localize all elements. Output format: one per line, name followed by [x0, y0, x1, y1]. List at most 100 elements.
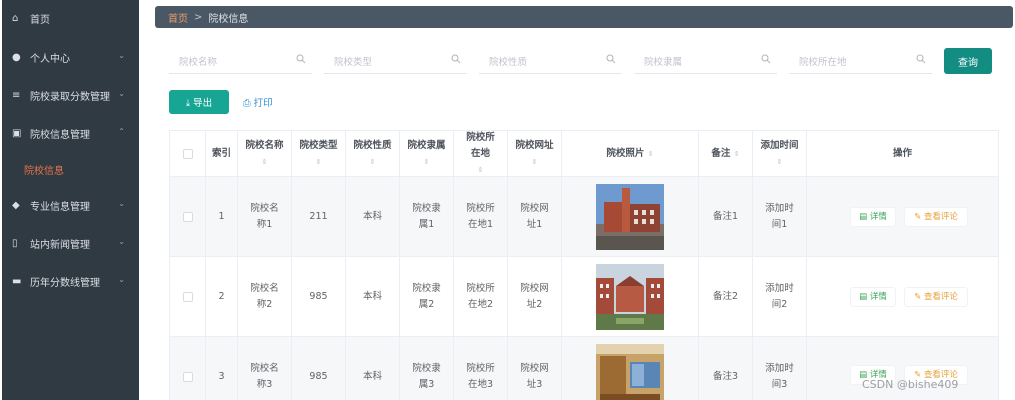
table-row: 1 院校名称1 211 本科 院校隶属1 院校所在地1 院校网址1 备注1 添加… [170, 177, 998, 257]
sort-icon: ⇕ [423, 157, 430, 166]
search-icon [761, 54, 771, 64]
detail-button[interactable]: ▤ 详情 [850, 287, 896, 307]
search-placeholder: 院校所在地 [799, 56, 847, 68]
sidebar-item-history-lines[interactable]: ▬ 历年分数线管理 ⌄ [2, 263, 139, 299]
search-input-college-affiliation[interactable]: 院校隶属 [634, 48, 777, 74]
row-checkbox[interactable] [182, 372, 193, 382]
cell-added-time: 添加时间2 [753, 257, 807, 336]
cell-affiliation: 院校隶属3 [400, 337, 454, 400]
search-icon [296, 54, 306, 64]
search-placeholder: 院校类型 [334, 56, 373, 68]
header-remark[interactable]: 备注 ⇕ [699, 131, 753, 176]
search-icon [451, 54, 461, 64]
row-select-cell [170, 337, 206, 400]
cell-nature: 本科 [346, 177, 400, 256]
header-affiliation[interactable]: 院校隶属 ⇕ [400, 131, 454, 176]
header-label: 添加时间 [760, 139, 799, 151]
sidebar-item-major-info[interactable]: ◆ 专业信息管理 ⌄ [2, 187, 139, 223]
sidebar-item-label: 历年分数线管理 [30, 277, 100, 289]
cell-nature: 本科 [346, 257, 400, 336]
college-photo[interactable] [596, 183, 664, 250]
sort-icon: ⇕ [369, 157, 376, 166]
search-icon [606, 54, 616, 64]
cell-affiliation: 院校隶属1 [400, 177, 454, 256]
sidebar-item-scores[interactable]: ≡ 院校录取分数管理 ⌄ [2, 77, 139, 113]
cell-photo [562, 177, 699, 256]
row-checkbox[interactable] [182, 211, 193, 222]
cell-remark: 备注2 [699, 257, 753, 336]
sidebar-item-label: 个人中心 [30, 53, 70, 65]
sort-icon: ⇕ [647, 149, 654, 158]
view-review-button[interactable]: ✎ 查看评论 [904, 207, 968, 227]
header-index: 索引 [206, 131, 238, 176]
search-input-college-type[interactable]: 院校类型 [324, 48, 467, 74]
row-select-cell [170, 177, 206, 256]
header-label: 院校照片 [606, 147, 645, 159]
chevron-down-icon: ⌄ [118, 51, 125, 60]
chevron-down-icon: ⌄ [118, 237, 125, 246]
user-icon: ● [12, 51, 21, 63]
sidebar-item-news[interactable]: ▯ 站内新闻管理 ⌄ [2, 225, 139, 261]
college-photo[interactable] [596, 344, 664, 400]
cell-name: 院校名称3 [238, 337, 292, 400]
sort-icon: ⇕ [776, 157, 783, 166]
row-checkbox[interactable] [182, 291, 193, 302]
header-added-time[interactable]: 添加时间 ⇕ [753, 131, 807, 176]
header-select-cell [170, 131, 206, 176]
cell-remark: 备注3 [699, 337, 753, 400]
header-photo[interactable]: 院校照片 ⇕ [562, 131, 699, 176]
sort-icon: ⇕ [261, 157, 268, 166]
breadcrumb-home[interactable]: 首页 [168, 10, 188, 25]
detail-button[interactable]: ▤ 详情 [850, 207, 896, 227]
header-name[interactable]: 院校名称 ⇕ [238, 131, 292, 176]
home-icon: ⌂ [12, 12, 19, 24]
search-placeholder: 院校隶属 [644, 56, 683, 68]
header-website[interactable]: 院校网址 ⇕ [508, 131, 562, 176]
sort-icon: ⇕ [477, 165, 484, 174]
search-input-college-location[interactable]: 院校所在地 [789, 48, 932, 74]
search-input-college-nature[interactable]: 院校性质 [479, 48, 622, 74]
cell-index: 1 [206, 177, 238, 256]
cell-remark: 备注1 [699, 177, 753, 256]
search-placeholder: 院校名称 [179, 56, 218, 68]
cell-index: 3 [206, 337, 238, 400]
cell-nature: 本科 [346, 337, 400, 400]
header-label: 备注 [711, 147, 731, 159]
main-content: 首页 > 院校信息 院校名称 院校类型 院校性质 院校隶属 院校所在地 查询 ⤓… [139, 0, 1015, 400]
query-button[interactable]: 查询 [944, 48, 992, 74]
header-label: 院校网址 [515, 139, 554, 151]
view-review-button[interactable]: ✎ 查看评论 [904, 287, 968, 307]
cell-website: 院校网址2 [508, 257, 562, 336]
select-all-checkbox[interactable] [182, 148, 193, 159]
sidebar-item-label: 院校信息管理 [30, 129, 90, 141]
header-label: 院校性质 [353, 139, 392, 151]
breadcrumb: 首页 > 院校信息 [155, 6, 1013, 28]
breadcrumb-separator: > [194, 11, 203, 23]
sort-icon: ⇕ [315, 157, 322, 166]
table-row: 2 院校名称2 985 本科 院校隶属2 院校所在地2 院校网址2 备注2 添加… [170, 257, 998, 337]
cell-operations: ▤ 详情 ✎ 查看评论 [807, 257, 998, 336]
header-nature[interactable]: 院校性质 ⇕ [346, 131, 400, 176]
phone-icon: ▯ [12, 237, 18, 249]
print-button[interactable]: ⎙ 打印 [243, 90, 287, 114]
cell-operations: ▤ 详情 ✎ 查看评论 [807, 177, 998, 256]
college-photo[interactable] [596, 263, 664, 330]
sidebar-item-label: 专业信息管理 [30, 201, 90, 213]
search-input-college-name[interactable]: 院校名称 [169, 48, 312, 74]
sidebar-item-label: 站内新闻管理 [30, 239, 90, 251]
cell-location: 院校所在地1 [454, 177, 508, 256]
cell-type: 211 [292, 177, 346, 256]
cell-name: 院校名称1 [238, 177, 292, 256]
watermark: CSDN @bishe409 [862, 378, 959, 391]
sidebar-item-home[interactable]: ⌂ 首页 [2, 0, 139, 36]
export-button[interactable]: ⤓ 导出 [169, 90, 229, 114]
header-location[interactable]: 院校所在地 ⇕ [454, 131, 508, 176]
briefcase-icon: ▬ [12, 275, 22, 287]
search-bar: 院校名称 院校类型 院校性质 院校隶属 院校所在地 查询 [169, 48, 999, 74]
table-header: 索引 院校名称 ⇕ 院校类型 ⇕ 院校性质 ⇕ 院校隶属 ⇕ 院校所在地 ⇕ 院校网址 ⇕ … [170, 131, 998, 177]
header-type[interactable]: 院校类型 ⇕ [292, 131, 346, 176]
sidebar-item-profile[interactable]: ● 个人中心 ⌄ [2, 39, 139, 75]
sidebar-item-college-info[interactable]: ▣ 院校信息管理 ⌃ [2, 115, 139, 151]
sidebar-subitem-college-info[interactable]: 院校信息 [2, 154, 139, 184]
sort-icon: ⇕ [733, 149, 740, 158]
